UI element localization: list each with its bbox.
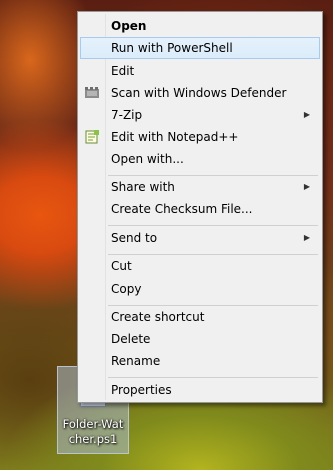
- menu-item-share-with[interactable]: Share with ▶: [80, 176, 320, 198]
- menu-item-rename[interactable]: Rename: [80, 350, 320, 372]
- menu-item-7-zip[interactable]: 7-Zip ▶: [80, 104, 320, 126]
- menu-item-run-with-powershell[interactable]: Run with PowerShell: [80, 37, 320, 59]
- menu-item-label: Delete: [111, 332, 151, 346]
- menu-item-label: Properties: [111, 383, 172, 397]
- menu-item-label: Run with PowerShell: [111, 41, 233, 55]
- notepad-plus-plus-icon: [85, 130, 99, 144]
- menu-item-label: Edit with Notepad++: [111, 130, 239, 144]
- menu-item-properties[interactable]: Properties: [80, 379, 320, 401]
- menu-item-cut[interactable]: Cut: [80, 255, 320, 277]
- menu-item-label: Edit: [111, 64, 135, 78]
- menu-item-label: Open: [111, 19, 147, 33]
- menu-item-scan-with-windows-defender[interactable]: Scan with Windows Defender: [80, 82, 320, 104]
- menu-separator: [108, 377, 318, 378]
- menu-item-open[interactable]: Open: [80, 15, 320, 37]
- menu-item-send-to[interactable]: Send to ▶: [80, 227, 320, 249]
- menu-separator: [108, 225, 318, 226]
- menu-item-create-shortcut[interactable]: Create shortcut: [80, 306, 320, 328]
- menu-item-label: Share with: [111, 180, 175, 194]
- menu-item-create-checksum-file[interactable]: Create Checksum File...: [80, 198, 320, 220]
- menu-item-label: Copy: [111, 282, 142, 296]
- menu-item-edit[interactable]: Edit: [80, 60, 320, 82]
- menu-item-open-with[interactable]: Open with...: [80, 148, 320, 170]
- submenu-arrow-icon: ▶: [303, 233, 310, 242]
- windows-defender-icon: [85, 87, 99, 98]
- menu-item-delete[interactable]: Delete: [80, 328, 320, 350]
- submenu-arrow-icon: ▶: [303, 110, 310, 119]
- menu-item-label: Rename: [111, 354, 161, 368]
- menu-item-label: Scan with Windows Defender: [111, 86, 287, 100]
- menu-item-label: Open with...: [111, 152, 184, 166]
- menu-item-copy[interactable]: Copy: [80, 278, 320, 300]
- menu-item-label: Cut: [111, 259, 132, 273]
- menu-item-label: Create Checksum File...: [111, 202, 253, 216]
- menu-item-label: Send to: [111, 231, 158, 245]
- menu-item-label: 7-Zip: [111, 108, 143, 122]
- submenu-arrow-icon: ▶: [303, 182, 310, 191]
- menu-item-edit-with-notepad-plus-plus[interactable]: Edit with Notepad++: [80, 126, 320, 148]
- menu-item-label: Create shortcut: [111, 310, 205, 324]
- desktop-file-label: Folder-Watcher.ps1: [62, 417, 124, 446]
- context-menu: Open Run with PowerShell Edit Scan with …: [77, 11, 323, 403]
